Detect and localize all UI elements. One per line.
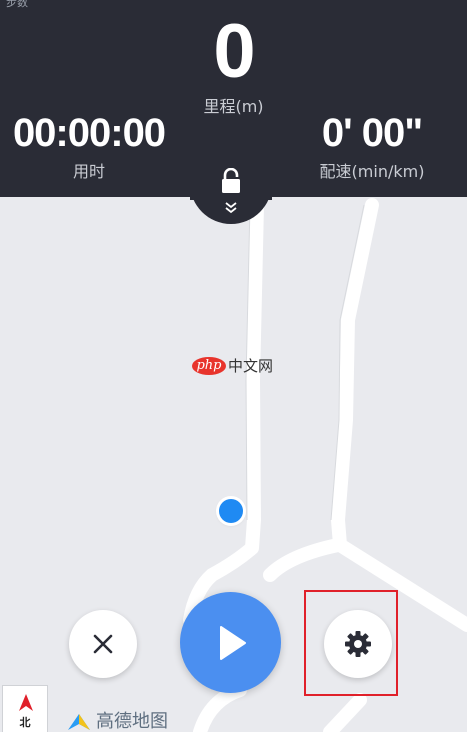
distance-value: 0 (213, 9, 255, 94)
play-icon (219, 625, 246, 660)
pace-label: 配速(min/km) (319, 162, 425, 181)
lock-icon[interactable] (220, 168, 242, 194)
current-location-dot (219, 499, 243, 523)
compass[interactable]: 北 (2, 685, 48, 732)
start-button[interactable] (180, 592, 281, 693)
map-logo-text: 高德地图 (96, 711, 168, 732)
pace-value: 0' 00" (321, 111, 423, 155)
compass-label: 北 (19, 716, 31, 729)
time-label: 用时 (72, 162, 105, 181)
watermark-text: 中文网 (228, 357, 274, 375)
status-text: 步数 (6, 0, 28, 9)
stop-button[interactable] (69, 610, 137, 678)
time-value: 00:00:00 (12, 111, 166, 155)
amap-logo-icon (68, 714, 90, 730)
watermark-badge: php (192, 356, 226, 375)
map-logo: 高德地图 (66, 712, 168, 732)
watermark: php 中文网 (192, 355, 273, 376)
running-screen: 步数 0 里程(m) 00:00:00 用时 0' 00" 配速(min/km)… (0, 0, 467, 732)
settings-highlight-box (304, 590, 398, 696)
chevron-down-icon[interactable] (224, 201, 238, 215)
north-arrow-icon (19, 694, 33, 711)
close-icon (93, 634, 113, 654)
